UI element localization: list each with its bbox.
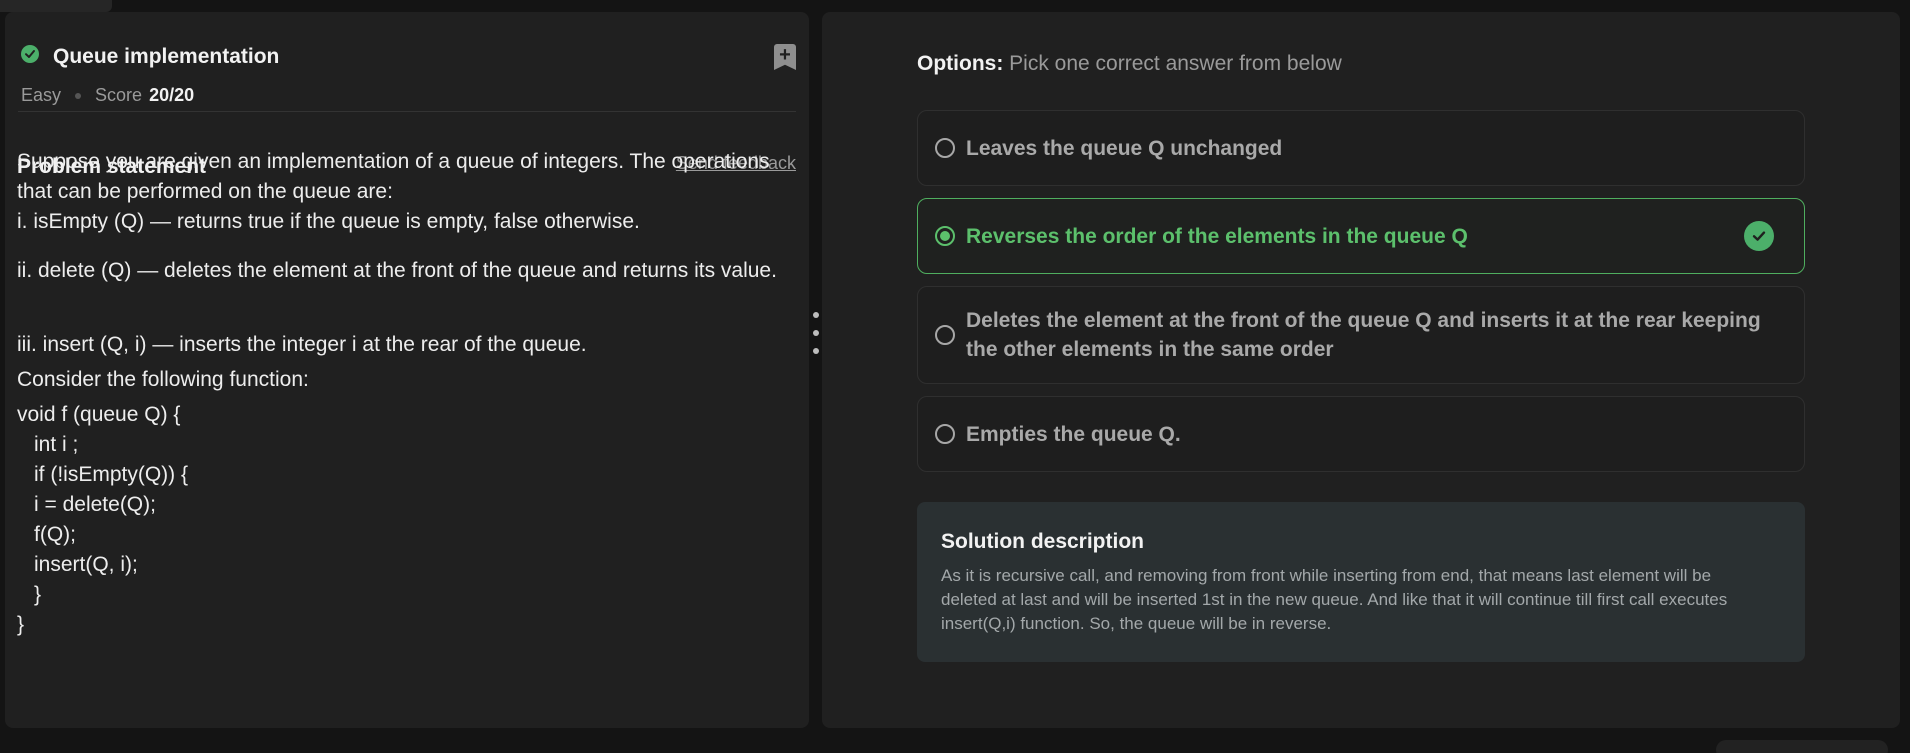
- bookmark-add-icon[interactable]: +: [774, 44, 796, 70]
- operation-item: i. isEmpty (Q) — returns true if the que…: [17, 210, 640, 233]
- code-line: f(Q);: [34, 523, 76, 546]
- options-label-rest: Pick one correct answer from below: [1009, 52, 1342, 75]
- option-item[interactable]: Deletes the element at the front of the …: [917, 286, 1805, 384]
- operation-item: iii. insert (Q, i) — inserts the integer…: [17, 333, 587, 356]
- consider-text: Consider the following function:: [17, 368, 309, 391]
- score-label: Score: [95, 85, 143, 105]
- option-text: Deletes the element at the front of the …: [966, 309, 1761, 361]
- option-item[interactable]: Empties the queue Q.: [917, 396, 1805, 472]
- options-label-bold: Options:: [917, 52, 1004, 75]
- solution-title: Solution description: [941, 530, 1144, 553]
- option-text: Leaves the queue Q unchanged: [966, 136, 1283, 160]
- radio-icon[interactable]: [935, 325, 955, 345]
- correct-check-icon: [1744, 221, 1774, 251]
- code-line: }: [34, 583, 42, 606]
- solution-box: Solution description As it is recursive …: [917, 502, 1805, 662]
- code-line: }: [17, 613, 25, 636]
- radio-icon[interactable]: [935, 424, 955, 444]
- operation-item: ii. delete (Q) — deletes the element at …: [17, 259, 777, 282]
- option-item[interactable]: Leaves the queue Q unchanged: [917, 110, 1805, 186]
- radio-selected-icon[interactable]: [935, 226, 955, 246]
- score-value: 20/20: [149, 85, 195, 105]
- drag-handle-icon[interactable]: [812, 312, 820, 360]
- bottom-button[interactable]: [1716, 740, 1888, 753]
- problem-meta: Easy Score 20/20: [21, 85, 194, 106]
- code-line: void f (queue Q) {: [17, 403, 181, 426]
- problem-intro: Suppose you are given an implementation …: [17, 150, 770, 203]
- code-line: int i ;: [34, 433, 79, 456]
- options-label: Options: Pick one correct answer from be…: [917, 52, 1342, 76]
- radio-icon[interactable]: [935, 138, 955, 158]
- separator-dot: [75, 92, 82, 99]
- code-line: i = delete(Q);: [34, 493, 156, 516]
- option-text: Reverses the order of the elements in th…: [966, 224, 1468, 248]
- difficulty-label: Easy: [21, 85, 62, 105]
- code-line: insert(Q, i);: [34, 553, 138, 576]
- solved-check-icon: [21, 45, 39, 63]
- problem-title: Queue implementation: [53, 45, 280, 68]
- top-tab-strip: [0, 0, 112, 12]
- option-item-selected[interactable]: Reverses the order of the elements in th…: [917, 198, 1805, 274]
- solution-text: As it is recursive call, and removing fr…: [941, 566, 1728, 633]
- problem-panel: Queue implementation Easy Score 20/20 + …: [5, 12, 809, 728]
- problem-header: Queue implementation Easy Score 20/20 +: [18, 32, 796, 112]
- option-text: Empties the queue Q.: [966, 422, 1181, 446]
- code-line: if (!isEmpty(Q)) {: [34, 463, 189, 486]
